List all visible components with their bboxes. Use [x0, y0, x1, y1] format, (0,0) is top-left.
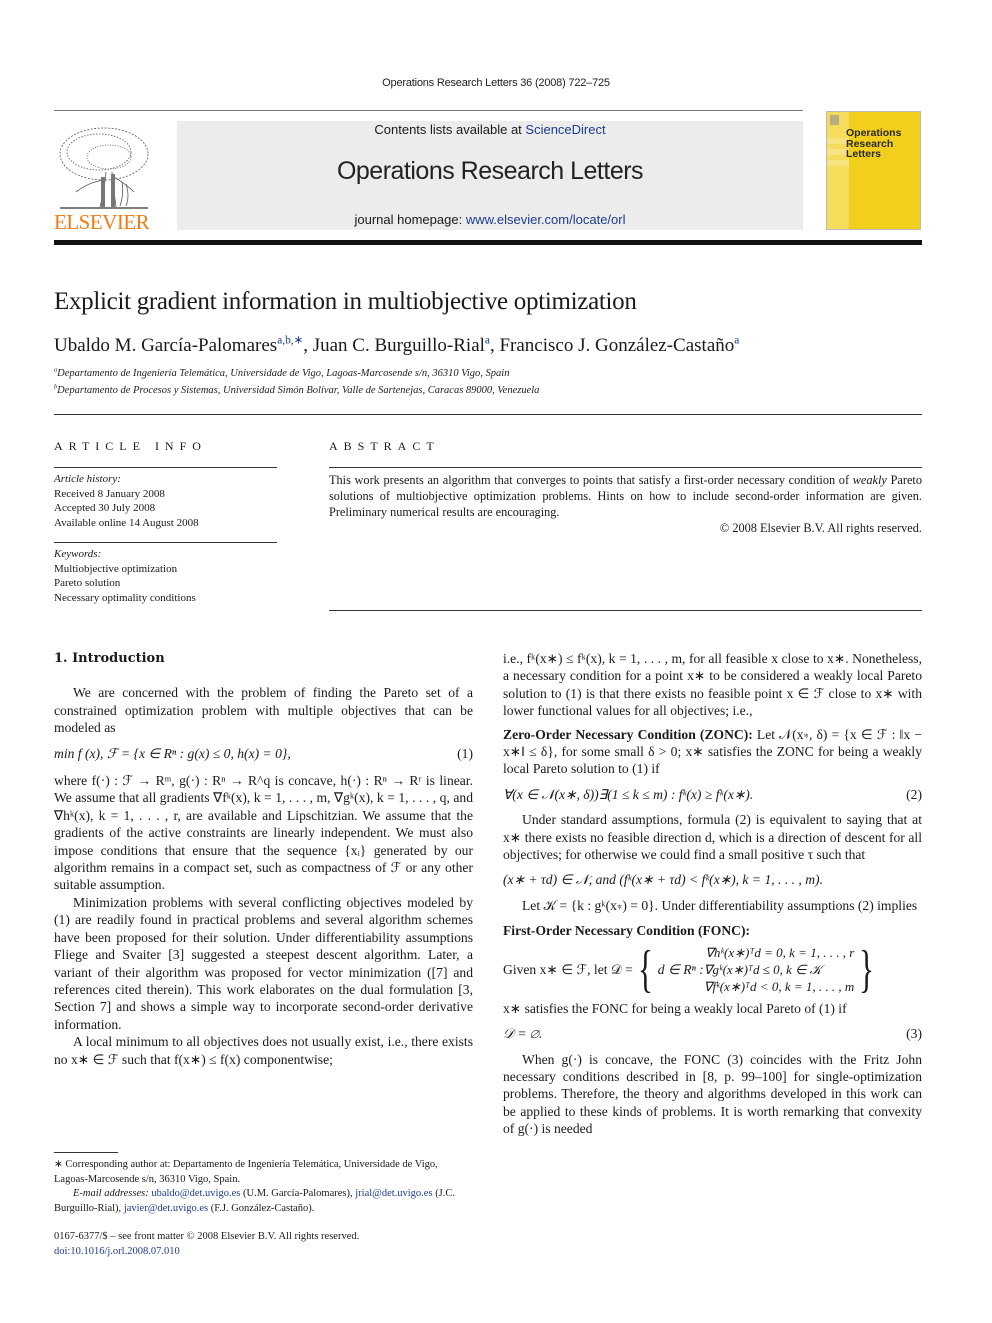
left-brace-icon: { [637, 940, 653, 998]
keyword: Pareto solution [54, 577, 121, 589]
equation-body: min f (x), ℱ = {x ∈ Rⁿ : g(x) ≤ 0, h(x) … [54, 745, 291, 761]
equation-body: 𝒟 = ∅. [503, 1026, 543, 1042]
paragraph: i.e., fᵏ(x∗) ≤ fᵏ(x), k = 1, . . . , m, … [503, 651, 922, 719]
section-rule [54, 414, 922, 415]
equation-number: (2) [906, 786, 922, 802]
cover-title-line: Operations [846, 127, 902, 139]
paragraph: When g(·) is concave, the FONC (3) coinc… [503, 1051, 922, 1137]
publisher-logo-text: ELSEVIER [54, 210, 150, 234]
journal-cover-thumbnail: Operations Research Letters [826, 111, 921, 230]
keywords: Keywords: Multiobjective optimization Pa… [54, 547, 196, 605]
equation-number: (3) [906, 1026, 922, 1042]
author-marks[interactable]: a,b,∗ [277, 335, 303, 347]
sciencedirect-link[interactable]: ScienceDirect [525, 122, 605, 137]
journal-homepage-link[interactable]: www.elsevier.com/locate/orl [466, 212, 626, 227]
abstract-text: This work presents an algorithm that con… [329, 473, 853, 487]
zonc-definition: Zero-Order Necessary Condition (ZONC): L… [503, 726, 922, 778]
fonc-label: First-Order Necessary Condition (FONC): [503, 923, 751, 939]
paragraph: x∗ satisfies the FONC for being a weakly… [503, 1000, 847, 1016]
top-rule [54, 110, 803, 111]
zonc-label: Zero-Order Necessary Condition (ZONC): [503, 726, 753, 742]
footnote-rule [54, 1152, 118, 1153]
email-note: E-mail addresses: ubaldo@det.uvigo.es (U… [54, 1187, 473, 1216]
paragraph: We are concerned with the problem of fin… [54, 685, 473, 736]
fonc-set-rows: ∇hᵏ(x∗)ᵀd = 0, k = 1, . . . , r ∇gᵏ(x∗)ᵀ… [704, 944, 855, 995]
author-marks[interactable]: a [485, 335, 490, 347]
email-owner: (U.M. García-Palomares), [240, 1188, 353, 1199]
equation-body: ∀(x ∈ 𝒩(x∗, δ))∃(1 ≤ k ≤ m) : fᵏ(x) ≥ fᵏ… [503, 786, 754, 802]
fonc-row: ∇gᵏ(x∗)ᵀd ≤ 0, k ∈ 𝒦 [703, 962, 822, 978]
section-heading: 1. Introduction [54, 651, 165, 666]
author-list: Ubaldo M. García-Palomaresa,b,∗, Juan C.… [54, 334, 740, 356]
cover-title-line: Letters [846, 148, 882, 160]
fonc-row: ∇hᵏ(x∗)ᵀd = 0, k = 1, . . . , r [705, 945, 855, 961]
doi-link[interactable]: doi:10.1016/j.orl.2008.07.010 [54, 1246, 180, 1257]
article-title: Explicit gradient information in multiob… [54, 288, 637, 315]
email-link[interactable]: ubaldo@det.uvigo.es [151, 1188, 240, 1199]
contents-prefix: Contents lists available at [374, 122, 526, 137]
history-item: Available online 14 August 2008 [54, 516, 199, 529]
body-column-right: i.e., fᵏ(x∗) ≤ fᵏ(x), k = 1, . . . , m, … [503, 650, 922, 1138]
equation-fonc-set: Given x∗ ∈ ℱ, let 𝒟 = { d ∈ Rⁿ : ∇hᵏ(x∗)… [503, 940, 922, 998]
abstract-heading: ABSTRACT [329, 439, 440, 453]
article-history: Article history: Received 8 January 2008… [54, 472, 199, 530]
fonc-set-lead: d ∈ Rⁿ : [657, 961, 704, 977]
issn-line: 0167-6377/$ – see front matter © 2008 El… [54, 1231, 360, 1242]
cover-logo-icon [830, 115, 839, 125]
homepage-prefix: journal homepage: [354, 212, 466, 227]
equation-body: (x∗ + τd) ∈ 𝒩, and (fᵏ(x∗ + τd) < fᵏ(x∗)… [503, 872, 823, 888]
fonc-given: Given x∗ ∈ ℱ, let 𝒟 = [503, 961, 633, 977]
cover-band [827, 160, 849, 166]
keyword: Necessary optimality conditions [54, 591, 196, 604]
corresponding-author-note: ∗ Corresponding author at: Departamento … [54, 1159, 438, 1185]
author-name: Ubaldo M. García-Palomares [54, 335, 278, 356]
affiliation-text: Departamento de Ingeniería Telemática, U… [57, 368, 510, 379]
author-name: Francisco J. González-Castaño [499, 335, 735, 356]
history-item: Received 8 January 2008 [54, 487, 165, 500]
paragraph: Let 𝒦 = {k : gᵏ(x∗) = 0}. Under differen… [522, 897, 918, 913]
fonc-row: ∇fᵏ(x∗)ᵀd < 0, k = 1, . . . , m [703, 979, 855, 995]
cover-title: Operations Research Letters [846, 128, 901, 160]
email-link[interactable]: javier@det.uvigo.es [124, 1203, 208, 1214]
keywords-label: Keywords: [54, 548, 102, 560]
email-owner: (F.J. González-Castaño). [208, 1202, 315, 1214]
keyword: Multiobjective optimization [54, 562, 178, 575]
divider [54, 542, 277, 543]
affiliation: bDepartamento de Procesos y Sistemas, Un… [54, 384, 540, 396]
affiliation: aDepartamento de Ingeniería Telemática, … [54, 367, 510, 379]
email-link[interactable]: jrial@det.uvigo.es [355, 1188, 432, 1199]
front-matter: 0167-6377/$ – see front matter © 2008 El… [54, 1230, 359, 1259]
right-brace-icon: } [859, 940, 875, 998]
divider [54, 467, 277, 468]
abstract-body: This work presents an algorithm that con… [329, 472, 922, 536]
equation-number: (1) [457, 745, 473, 761]
affiliation-text: Departamento de Procesos y Sistemas, Uni… [57, 385, 540, 396]
inline-equation: (x∗ + τd) ∈ 𝒩, and (fᵏ(x∗ + τd) < fᵏ(x∗)… [503, 871, 922, 888]
article-info-heading: ARTICLE INFO [54, 439, 207, 453]
equation-2: ∀(x ∈ 𝒩(x∗, δ))∃(1 ≤ k ≤ m) : fᵏ(x) ≥ fᵏ… [503, 786, 922, 803]
paragraph: where f(·) : ℱ → Rᵐ, g(·) : Rⁿ → R^q is … [54, 773, 473, 893]
homepage-line: journal homepage: www.elsevier.com/locat… [177, 212, 803, 227]
author-name: Juan C. Burguillo-Rial [312, 335, 485, 356]
footnotes: ∗ Corresponding author at: Departamento … [54, 1158, 473, 1216]
paragraph: Minimization problems with several confl… [54, 894, 473, 1032]
header-thick-rule [54, 240, 922, 245]
equation-1: min f (x), ℱ = {x ∈ Rⁿ : g(x) ≤ 0, h(x) … [54, 745, 473, 762]
history-item: Accepted 30 July 2008 [54, 502, 156, 514]
paragraph: A local minimum to all objectives does n… [54, 1034, 473, 1067]
abstract-copyright: © 2008 Elsevier B.V. All rights reserved… [719, 521, 922, 535]
author-marks[interactable]: a [734, 335, 739, 347]
divider [329, 467, 922, 468]
body-column-left: 1. Introduction We are concerned with th… [54, 650, 473, 1068]
journal-title: Operations Research Letters [336, 157, 644, 185]
contents-line: Contents lists available at ScienceDirec… [177, 122, 803, 137]
equation-3: 𝒟 = ∅. (3) [503, 1025, 922, 1042]
history-label: Article history: [54, 473, 121, 485]
running-head: Operations Research Letters 36 (2008) 72… [382, 77, 610, 89]
paragraph: Under standard assumptions, formula (2) … [503, 812, 922, 863]
abstract-emphasis: weakly [852, 473, 887, 487]
divider [329, 610, 922, 611]
email-label: E-mail addresses: [73, 1188, 149, 1199]
